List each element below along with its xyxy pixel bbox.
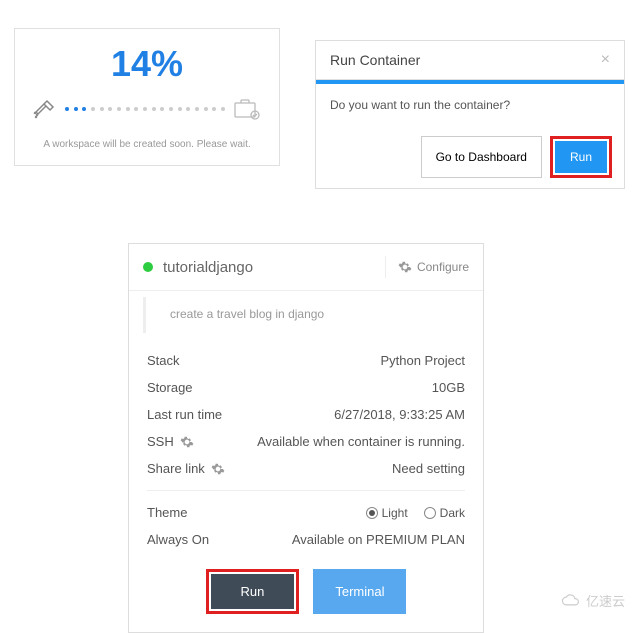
- gear-icon[interactable]: [211, 462, 225, 476]
- cloud-icon: [560, 594, 582, 608]
- container-description: create a travel blog in django: [143, 297, 483, 333]
- theme-label: Theme: [147, 505, 187, 520]
- row-theme: Theme Light Dark: [147, 499, 465, 526]
- progress-note: A workspace will be created soon. Please…: [33, 139, 261, 150]
- status-dot-icon: [143, 262, 153, 272]
- row-ssh: SSH Available when container is running.: [147, 428, 465, 455]
- alwayson-value: Available on PREMIUM PLAN: [292, 532, 465, 547]
- row-storage: Storage 10GB: [147, 374, 465, 401]
- run-button[interactable]: Run: [555, 141, 607, 173]
- progress-percent: 14%: [33, 43, 261, 85]
- dialog-footer: Go to Dashboard Run: [316, 126, 624, 188]
- configure-label: Configure: [417, 260, 469, 274]
- share-label: Share link: [147, 461, 225, 476]
- stack-value: Python Project: [380, 353, 465, 368]
- container-name: tutorialdjango: [163, 259, 385, 276]
- storage-value: 10GB: [432, 380, 465, 395]
- terminal-button[interactable]: Terminal: [313, 569, 406, 614]
- lastrun-value: 6/27/2018, 9:33:25 AM: [334, 407, 465, 422]
- watermark: 亿速云: [560, 591, 625, 610]
- highlight-box: Run: [550, 136, 612, 178]
- briefcase-icon: [233, 98, 261, 120]
- storage-label: Storage: [147, 380, 193, 395]
- run-container-dialog: Run Container × Do you want to run the c…: [315, 40, 625, 189]
- alwayson-label: Always On: [147, 532, 209, 547]
- row-lastrun: Last run time 6/27/2018, 9:33:25 AM: [147, 401, 465, 428]
- watermark-text: 亿速云: [586, 591, 625, 610]
- row-sharelink: Share link Need setting: [147, 455, 465, 482]
- hammer-icon: [33, 97, 57, 121]
- theme-light-radio[interactable]: Light: [366, 506, 408, 520]
- dialog-title: Run Container: [330, 52, 420, 68]
- details-rows: Stack Python Project Storage 10GB Last r…: [129, 339, 483, 553]
- dialog-body: Do you want to run the container?: [316, 84, 624, 126]
- theme-radio-group: Light Dark: [366, 506, 465, 520]
- lastrun-label: Last run time: [147, 407, 222, 422]
- progress-line: [33, 97, 261, 121]
- gear-icon: [398, 260, 412, 274]
- theme-dark-radio[interactable]: Dark: [424, 506, 465, 520]
- row-stack: Stack Python Project: [147, 347, 465, 374]
- ssh-value: Available when container is running.: [257, 434, 465, 449]
- divider: [147, 490, 465, 491]
- container-details-panel: tutorialdjango Configure create a travel…: [128, 243, 484, 633]
- ssh-label: SSH: [147, 434, 194, 449]
- close-icon[interactable]: ×: [601, 51, 610, 69]
- stack-label: Stack: [147, 353, 180, 368]
- share-value: Need setting: [392, 461, 465, 476]
- panel-footer: Run Terminal: [129, 553, 483, 632]
- dialog-header: Run Container ×: [316, 41, 624, 80]
- gear-icon[interactable]: [180, 435, 194, 449]
- panel-header: tutorialdjango Configure: [129, 244, 483, 291]
- workspace-progress-card: 14% A workspace will be created soon. Pl…: [14, 28, 280, 166]
- run-button[interactable]: Run: [211, 574, 295, 609]
- row-alwayson: Always On Available on PREMIUM PLAN: [147, 526, 465, 553]
- progress-dots: [65, 107, 225, 111]
- highlight-box: Run: [206, 569, 300, 614]
- configure-button[interactable]: Configure: [385, 256, 469, 278]
- go-to-dashboard-button[interactable]: Go to Dashboard: [421, 136, 542, 178]
